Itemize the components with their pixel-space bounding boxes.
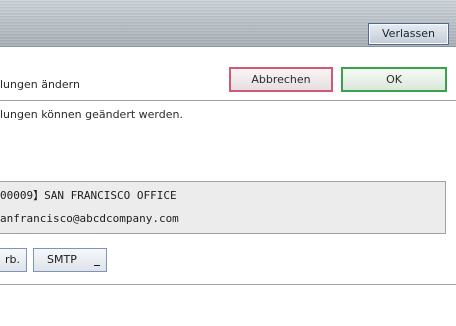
destination-email: anfrancisco@abcdcompany.com bbox=[0, 212, 179, 225]
previous-button-label: rb. bbox=[4, 253, 20, 266]
ok-button[interactable]: OK bbox=[341, 67, 447, 92]
destination-name: 00009】SAN FRANCISCO OFFICE bbox=[0, 189, 177, 202]
info-message: lungen können geändert werden. bbox=[0, 108, 183, 121]
cancel-button[interactable]: Abbrechen bbox=[229, 67, 333, 92]
submenu-indicator-icon bbox=[94, 265, 100, 266]
title-divider bbox=[0, 100, 456, 101]
smtp-button-label: SMTP bbox=[47, 253, 77, 266]
previous-button[interactable]: rb. bbox=[0, 248, 27, 272]
page-title: lungen ändern bbox=[0, 78, 80, 91]
exit-button[interactable]: Verlassen bbox=[368, 23, 449, 45]
smtp-button[interactable]: SMTP bbox=[33, 248, 107, 272]
bottom-divider bbox=[0, 284, 456, 285]
